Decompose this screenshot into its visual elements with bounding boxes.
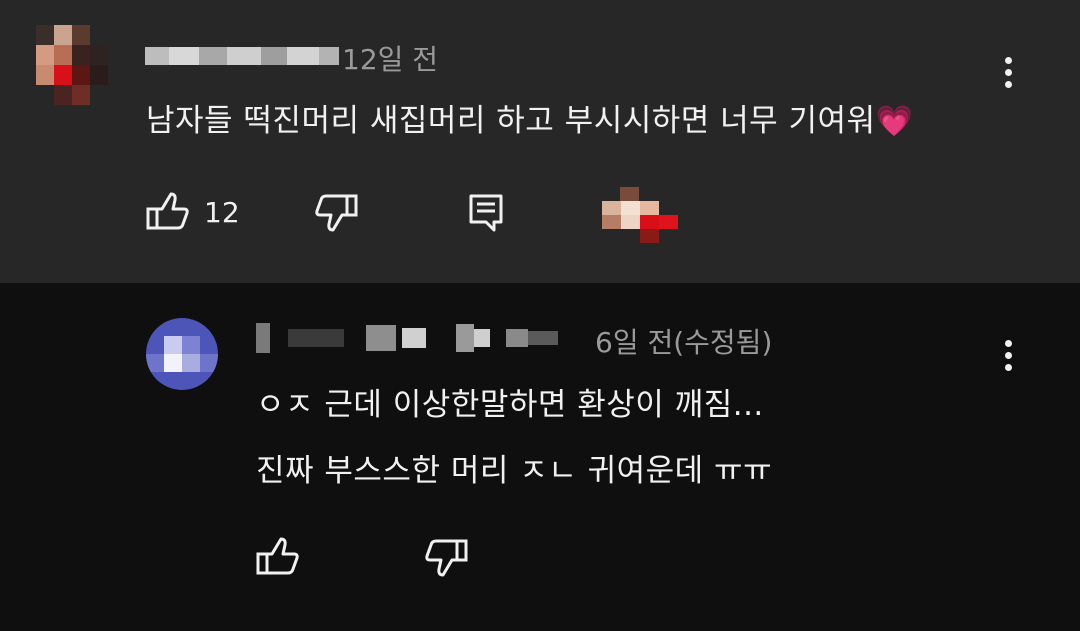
reply-icon[interactable] [468,193,504,233]
comment-time: 12일 전 [342,43,439,76]
like-count: 12 [204,196,240,229]
more-vert-icon[interactable] [996,54,1020,94]
username-blurred[interactable] [145,47,339,65]
reply-text-line-1: ㅇㅈ 근데 이상한말하면 환상이 깨짐... [256,387,764,423]
dislike-icon[interactable] [314,194,358,234]
more-vert-icon[interactable] [996,337,1020,377]
avatar[interactable] [146,318,218,390]
reply-time: 6일 전(수정됨) [595,326,773,359]
like-icon[interactable] [146,192,190,232]
reply-item: 6일 전(수정됨) ㅇㅈ 근데 이상한말하면 환상이 깨짐... 진짜 부스스한… [0,283,1080,631]
comment-text-body: 남자들 떡진머리 새집머리 하고 부시시하면 너무 기여워 [146,103,876,139]
dislike-icon[interactable] [424,539,468,579]
heart-emoji: 💗 [875,104,914,139]
like-icon[interactable] [256,537,300,577]
creator-reply-avatar [602,187,678,243]
reply-text-line-2: 진짜 부스스한 머리 ㅈㄴ 귀여운데 ㅠㅠ [256,453,773,489]
avatar[interactable] [36,25,108,105]
comment-item: 12일 전 남자들 떡진머리 새집머리 하고 부시시하면 너무 기여워💗 12 [0,0,1080,283]
comment-text: 남자들 떡진머리 새집머리 하고 부시시하면 너무 기여워💗 [146,95,913,140]
username-blurred[interactable] [256,323,558,353]
